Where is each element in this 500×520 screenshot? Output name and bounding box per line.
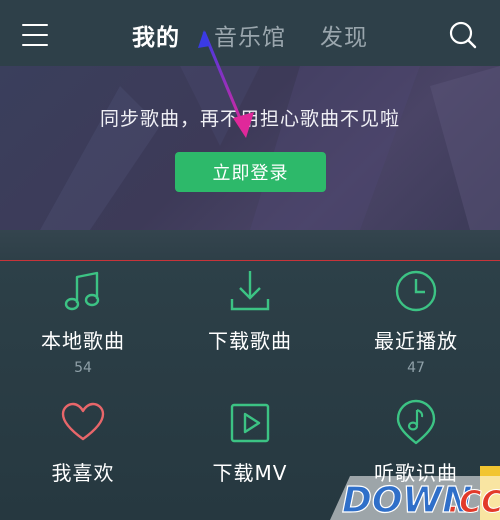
banner-background-shapes — [40, 66, 500, 230]
section-gap — [0, 230, 500, 260]
login-banner: 同步歌曲，再不用担心歌曲不见啦 立即登录 — [0, 66, 500, 230]
download-icon — [230, 271, 270, 311]
top-nav-bar: 我的 音乐馆 发现 — [0, 0, 500, 66]
music-note-icon — [64, 271, 100, 311]
grid-item-favorites[interactable]: 我喜欢 — [0, 399, 166, 486]
login-button[interactable]: 立即登录 — [175, 152, 326, 192]
tab-discover[interactable]: 发现 — [320, 18, 368, 52]
grid-item-label: 本地歌曲 — [41, 329, 125, 353]
grid-item-count: 54 — [74, 360, 92, 376]
tab-mine[interactable]: 我的 — [132, 18, 180, 52]
search-icon[interactable] — [448, 20, 478, 50]
grid-item-label: 下载MV — [212, 461, 288, 485]
svg-text:.CC: .CC — [448, 485, 500, 520]
play-video-icon — [230, 403, 270, 443]
down-cc-watermark-logo: DOWN .CC — [330, 466, 500, 520]
grid-item-count: 47 — [407, 360, 425, 376]
grid-item-downloads[interactable]: 下载歌曲 — [167, 267, 333, 360]
grid-item-label: 最近播放 — [374, 329, 458, 353]
grid-item-download-mv[interactable]: 下载MV — [167, 399, 333, 486]
hamburger-menu-icon[interactable] — [22, 24, 48, 46]
sync-message: 同步歌曲，再不用担心歌曲不见啦 — [99, 108, 400, 130]
grid-item-recent-plays[interactable]: 最近播放 47 — [333, 267, 499, 376]
music-recognition-icon — [396, 399, 436, 445]
heart-icon — [61, 402, 105, 441]
tab-music-hall[interactable]: 音乐馆 — [214, 18, 286, 52]
grid-item-label: 我喜欢 — [51, 461, 115, 485]
clock-icon — [395, 270, 437, 312]
grid-item-label: 下载歌曲 — [208, 329, 292, 353]
grid-item-local-songs[interactable]: 本地歌曲 54 — [0, 267, 166, 376]
